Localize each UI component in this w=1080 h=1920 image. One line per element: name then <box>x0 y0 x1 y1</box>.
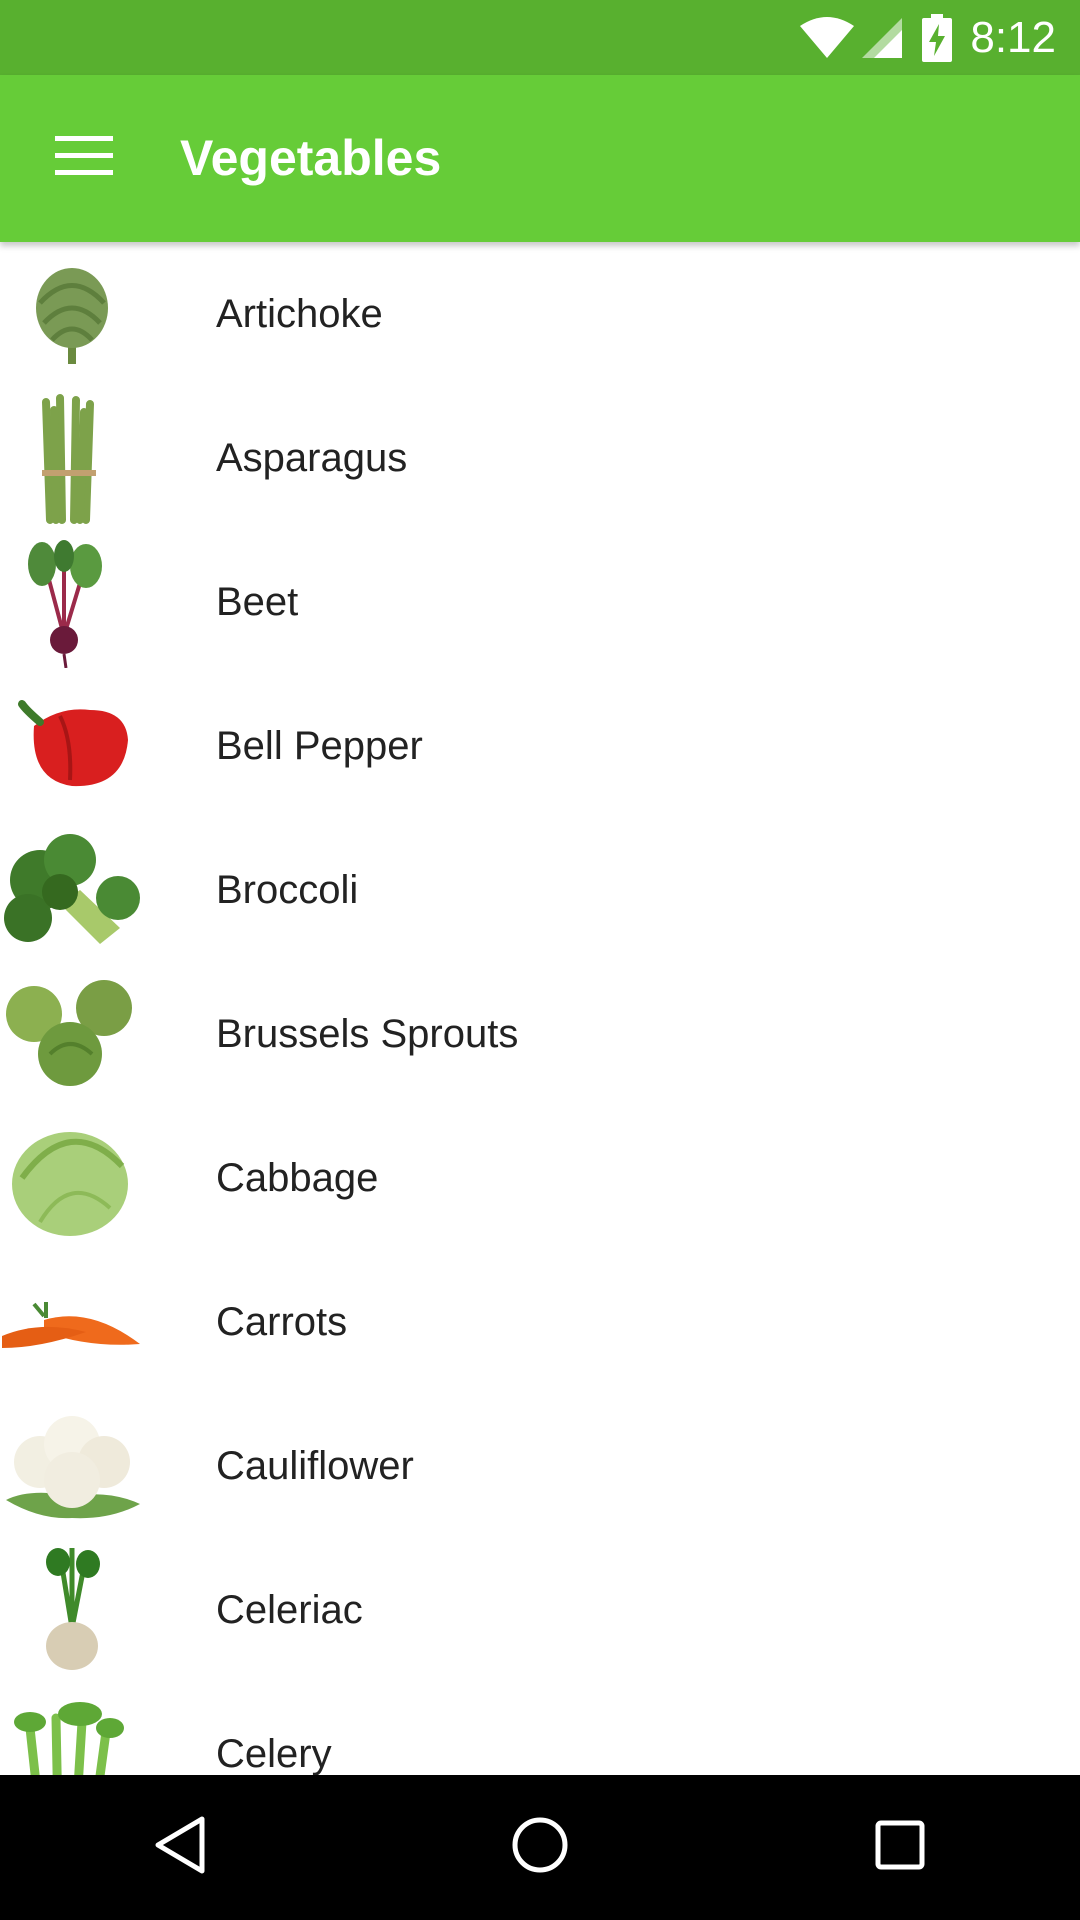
beet-icon <box>0 536 144 668</box>
list-item-carrots[interactable]: Carrots <box>0 1250 1080 1394</box>
wifi-icon <box>798 16 856 60</box>
status-icons: 8:12 <box>798 0 1056 75</box>
list-item-asparagus[interactable]: Asparagus <box>0 386 1080 530</box>
cell-signal-icon <box>860 16 904 60</box>
list-item-beet[interactable]: Beet <box>0 530 1080 674</box>
list-item-cabbage[interactable]: Cabbage <box>0 1106 1080 1250</box>
clock: 8:12 <box>970 12 1056 62</box>
recents-button[interactable] <box>840 1788 960 1908</box>
list-item-label: Broccoli <box>216 868 359 912</box>
cabbage-icon <box>0 1112 144 1244</box>
home-icon <box>511 1816 569 1879</box>
list-item-label: Bell Pepper <box>216 724 423 768</box>
app-title: Vegetables <box>180 130 442 186</box>
hamburger-menu-icon <box>55 135 113 181</box>
list-item-label: Celery <box>216 1732 332 1775</box>
celeriac-icon <box>0 1544 144 1676</box>
list-item-celeriac[interactable]: Celeriac <box>0 1538 1080 1682</box>
list-item-label: Beet <box>216 580 299 624</box>
list-item-artichoke[interactable]: Artichoke <box>0 242 1080 386</box>
back-icon <box>152 1815 208 1880</box>
list-item-cauliflower[interactable]: Cauliflower <box>0 1394 1080 1538</box>
list-item-bell-pepper[interactable]: Bell Pepper <box>0 674 1080 818</box>
status-bar: 8:12 <box>0 0 1080 75</box>
artichoke-icon <box>0 248 144 380</box>
list-item-label: Brussels Sprouts <box>216 1012 519 1056</box>
list-item-broccoli[interactable]: Broccoli <box>0 818 1080 962</box>
list-item-label: Cabbage <box>216 1156 379 1200</box>
list-item-brussels-sprouts[interactable]: Brussels Sprouts <box>0 962 1080 1106</box>
recents-icon <box>874 1819 926 1876</box>
app-bar: Vegetables <box>0 75 1080 242</box>
broccoli-icon <box>0 824 144 956</box>
brussels-sprouts-icon <box>0 968 144 1100</box>
list-item-label: Artichoke <box>216 292 383 336</box>
vegetable-list[interactable]: Artichoke Asparagus Beet Bell Pepper Bro… <box>0 242 1080 1775</box>
asparagus-icon <box>0 392 144 524</box>
menu-button[interactable] <box>30 110 138 206</box>
list-item-label: Asparagus <box>216 436 408 480</box>
back-button[interactable] <box>120 1788 240 1908</box>
celery-icon <box>0 1688 144 1775</box>
list-item-label: Cauliflower <box>216 1444 414 1488</box>
list-item-celery[interactable]: Celery <box>0 1682 1080 1775</box>
carrots-icon <box>0 1256 144 1388</box>
battery-charging-icon <box>922 13 953 62</box>
navigation-bar <box>0 1775 1080 1920</box>
bell-pepper-icon <box>0 680 144 812</box>
cauliflower-icon <box>0 1400 144 1532</box>
list-item-label: Celeriac <box>216 1588 363 1632</box>
home-button[interactable] <box>480 1788 600 1908</box>
list-item-label: Carrots <box>216 1300 348 1344</box>
